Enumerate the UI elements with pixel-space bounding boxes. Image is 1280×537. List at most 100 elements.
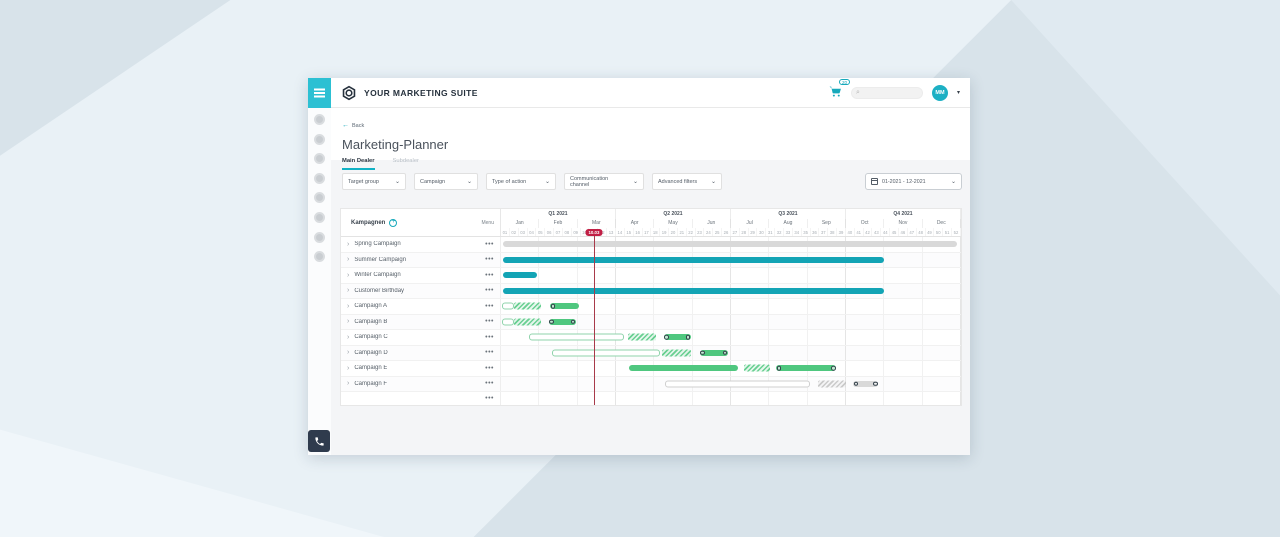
gantt-bar-solid[interactable] [853,381,878,387]
expand-chevron-icon[interactable]: › [347,365,349,372]
bar-handle-icon[interactable] [831,366,836,371]
filter-type-of-action[interactable]: Type of action⌄ [486,173,556,190]
row-menu-button[interactable]: ••• [485,334,494,341]
expand-chevron-icon[interactable]: › [347,256,349,263]
tab-subdealer[interactable]: Subdealer [393,158,419,170]
bar-handle-icon[interactable] [686,335,691,340]
grid-cell [923,315,961,330]
campaign-list-item[interactable]: ›Summer Campaign••• [341,253,501,268]
row-menu-button[interactable]: ••• [485,303,494,310]
gantt-bar-outline[interactable] [552,349,660,356]
gantt-bar-solid[interactable] [776,365,836,371]
rail-dot[interactable] [314,153,325,164]
grid-cell [693,299,731,314]
row-menu-button[interactable]: ••• [485,395,494,402]
filter-advanced-filters[interactable]: Advanced filters⌄ [652,173,722,190]
expand-chevron-icon[interactable]: › [347,272,349,279]
grid-cell [808,392,846,405]
rail-dot[interactable] [314,192,325,203]
campaign-list-item[interactable]: ›Campaign C••• [341,330,501,345]
row-menu-button[interactable]: ••• [485,272,494,279]
row-menu-button[interactable]: ••• [485,318,494,325]
gantt-bar-solid[interactable] [550,303,579,309]
gantt-bar-solid[interactable] [503,272,538,278]
expand-chevron-icon[interactable]: › [347,380,349,387]
row-menu-button[interactable]: ••• [485,241,494,248]
rail-dot[interactable] [314,251,325,262]
campaign-list-item[interactable]: ›Campaign D••• [341,346,501,361]
bar-handle-icon[interactable] [664,335,669,340]
search-box[interactable]: ⌕ [851,87,923,99]
bar-handle-icon[interactable] [551,304,556,309]
avatar[interactable]: MM [932,85,948,101]
gantt-bar-outline[interactable] [529,334,624,341]
gantt-bar-hatch[interactable] [744,365,770,372]
grid-cell [884,284,922,299]
expand-chevron-icon[interactable]: › [347,287,349,294]
month-label: Dec [923,219,961,229]
filter-communication-channel[interactable]: Communication channel⌄ [564,173,644,190]
campaign-list-item[interactable]: ›Campaign B••• [341,315,501,330]
campaign-list-item[interactable]: ›Customer Birthday••• [341,284,501,299]
hamburger-menu-button[interactable] [308,78,331,108]
bar-handle-icon[interactable] [700,350,705,355]
month-label: Oct [846,219,884,229]
bar-handle-icon[interactable] [723,350,728,355]
campaign-list-item[interactable]: ›Winter Campaign••• [341,268,501,283]
gantt-bar-outline[interactable] [665,380,811,387]
rail-dot[interactable] [314,232,325,243]
rail-dot[interactable] [314,173,325,184]
search-input[interactable] [862,90,912,96]
grid-cell [501,392,539,405]
grid-cell [693,330,731,345]
gantt-bar-outline[interactable] [502,318,515,325]
row-menu-button[interactable]: ••• [485,287,494,294]
bar-handle-icon[interactable] [549,319,554,324]
gantt-bar-hatch[interactable] [514,303,541,310]
expand-chevron-icon[interactable]: › [347,318,349,325]
campaign-list-item[interactable]: ›Campaign F••• [341,377,501,392]
expand-chevron-icon[interactable]: › [347,334,349,341]
filter-campaign[interactable]: Campaign⌄ [414,173,478,190]
rail-dot[interactable] [314,114,325,125]
rail-dot[interactable] [314,212,325,223]
gantt-bar-solid[interactable] [549,319,576,325]
bar-handle-icon[interactable] [873,381,878,386]
back-link[interactable]: ← Back [342,122,364,129]
filter-target-group[interactable]: Target group⌄ [342,173,406,190]
gantt-bar-solid[interactable] [700,350,728,356]
gantt-bar-hatch[interactable] [662,349,691,356]
tab-main-dealer[interactable]: Main Dealer [342,158,375,170]
expand-chevron-icon[interactable]: › [347,303,349,310]
expand-chevron-icon[interactable]: › [347,241,349,248]
gantt-bar-solid[interactable] [664,334,691,340]
campaign-list-item[interactable]: ›Campaign A••• [341,299,501,314]
bar-handle-icon[interactable] [854,381,859,386]
gantt-bar-solid[interactable] [629,365,738,371]
row-menu-button[interactable]: ••• [485,349,494,356]
gantt-bar-hatch[interactable] [514,318,541,325]
gantt-bar-outline[interactable] [502,303,515,310]
gantt-bar-hatch[interactable] [818,380,846,387]
row-menu-button[interactable]: ••• [485,380,494,387]
rail-dot[interactable] [314,134,325,145]
campaign-list-item[interactable]: ›Spring Campaign••• [341,237,501,252]
cart-button[interactable]: 20 [829,84,842,102]
add-campaign-button[interactable]: + [389,219,397,227]
week-number: 14 [616,228,625,236]
campaign-list-item[interactable]: ›Campaign E••• [341,361,501,376]
account-chevron-down-icon[interactable]: ▾ [957,89,960,96]
gantt-bar-solid[interactable] [503,288,884,294]
phone-contact-button[interactable] [308,430,330,452]
row-menu-button[interactable]: ••• [485,365,494,372]
row-menu-button[interactable]: ••• [485,256,494,263]
grid-cell [884,346,922,361]
bar-handle-icon[interactable] [777,366,782,371]
grid-cell [616,392,654,405]
date-range-picker[interactable]: 01-2021 - 12-2021 ⌄ [865,173,962,190]
bar-handle-icon[interactable] [571,319,576,324]
gantt-bar-solid[interactable] [503,241,957,247]
expand-chevron-icon[interactable]: › [347,349,349,356]
gantt-bar-solid[interactable] [503,257,884,263]
gantt-bar-hatch[interactable] [628,334,657,341]
